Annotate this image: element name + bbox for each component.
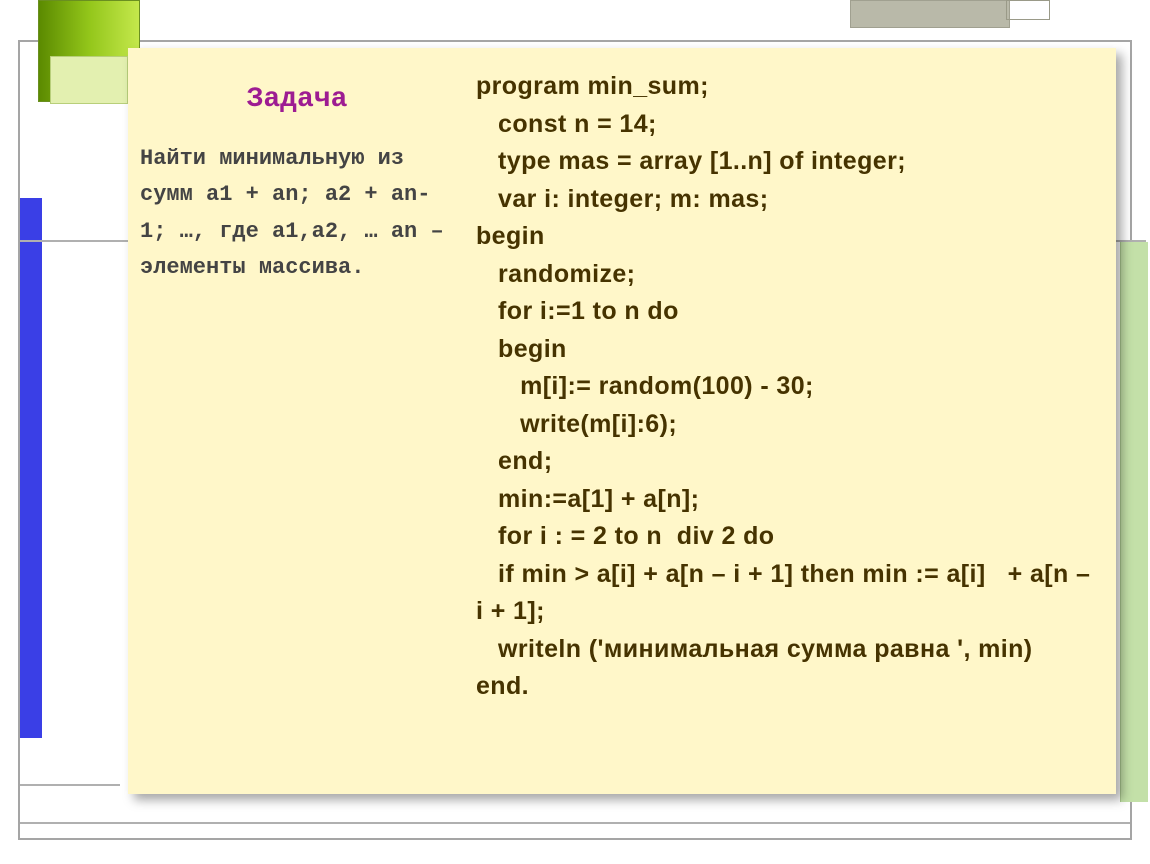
panel-columns: Задача Найти минимальную из сумм a1 + an… [128,48,1116,794]
column-left: Задача Найти минимальную из сумм a1 + an… [128,48,468,794]
decor-hline [20,784,120,786]
decor-right-stripe [1120,242,1148,802]
column-right: program min_sum; const n = 14; type mas … [468,48,1116,794]
decor-top-inner [1006,0,1050,20]
decor-green-label [50,56,128,104]
task-title: Задача [140,84,454,115]
decor-hline [20,822,1130,824]
decor-hline [20,240,128,242]
decor-top-bar [850,0,1010,28]
task-description: Найти минимальную из сумм a1 + an; a2 + … [140,141,454,286]
decor-left-stripe [20,198,42,738]
decor-hline [1112,240,1146,242]
code-listing: program min_sum; const n = 14; type mas … [476,68,1102,706]
content-panel: Задача Найти минимальную из сумм a1 + an… [128,48,1116,794]
